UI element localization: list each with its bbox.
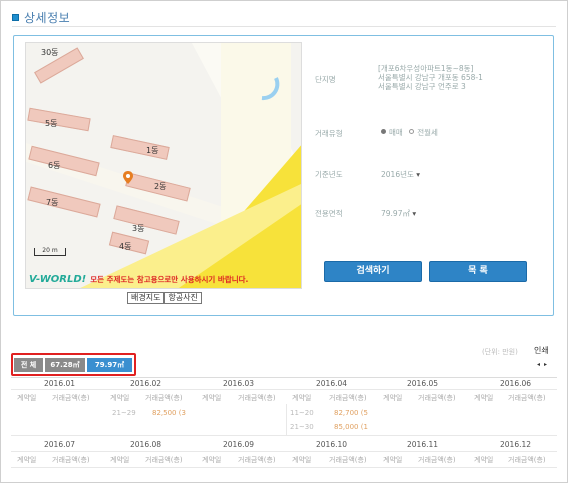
- col-header-date: 계약일: [17, 394, 37, 402]
- col-header-price: 거래금액(층): [145, 456, 183, 464]
- next-arrow-icon[interactable]: ▸: [544, 361, 551, 368]
- tab-aerial-photo[interactable]: 항공사진: [164, 292, 202, 304]
- table-top-border: [11, 377, 557, 378]
- col-header-date: 계약일: [17, 456, 37, 464]
- tab-background-map[interactable]: 배경지도: [127, 292, 165, 304]
- building-label: 1동: [146, 146, 159, 155]
- month-header: 2016.02: [130, 379, 162, 388]
- location-pin-icon[interactable]: [123, 171, 133, 184]
- col-header-price: 거래금액(층): [329, 394, 367, 402]
- complex-address-road: 서울특별시 강남구 언주로 3: [378, 82, 466, 91]
- col-header-date: 계약일: [383, 394, 403, 402]
- contract-date: 21~30: [290, 423, 314, 431]
- base-year-select[interactable]: 2016년도 ▾: [381, 169, 420, 180]
- building-label: 4동: [119, 242, 132, 251]
- map-notice-text: 모든 주제도는 참고용으로만 사용하시기 바랍니다.: [90, 275, 249, 284]
- radio-sale-label: 매매: [389, 128, 403, 137]
- complex-label: 단지명: [315, 75, 336, 84]
- row-divider: [11, 435, 557, 436]
- trade-type-options: 매매 전월세: [381, 128, 438, 137]
- trade-price: 82,700 (5: [334, 409, 368, 417]
- building-label: 3동: [132, 224, 145, 233]
- map-notice: V-WORLD! 모든 주제도는 참고용으로만 사용하시기 바랍니다.: [29, 274, 248, 285]
- month-header: 2016.08: [130, 440, 162, 449]
- area-select[interactable]: 79.97㎡ ▾: [381, 208, 416, 219]
- month-header: 2016.09: [223, 440, 255, 449]
- col-header-date: 계약일: [110, 456, 130, 464]
- table-bottom-border: [11, 467, 557, 468]
- col-header-price: 거래금액(층): [508, 394, 546, 402]
- col-header-date: 계약일: [292, 456, 312, 464]
- building-label: 2동: [154, 182, 167, 191]
- col-header-price: 거래금액(층): [418, 394, 456, 402]
- building-label: 7동: [46, 198, 59, 207]
- trade-type-label: 거래유형: [315, 129, 343, 138]
- month-header: 2016.10: [316, 440, 348, 449]
- month-nav: ◂▸: [537, 361, 551, 368]
- chevron-down-icon: ▾: [412, 209, 417, 218]
- month-header: 2016.03: [223, 379, 255, 388]
- contract-date: 11~20: [290, 409, 314, 417]
- print-button[interactable]: 인쇄: [534, 345, 549, 356]
- col-divider: [286, 404, 287, 435]
- base-year-label: 기준년도: [315, 170, 343, 179]
- radio-rent[interactable]: [409, 129, 415, 134]
- unit-note: (단위: 만원): [482, 348, 518, 356]
- col-header-date: 계약일: [110, 394, 130, 402]
- vworld-logo: V-WORLD!: [29, 274, 87, 285]
- prev-arrow-icon[interactable]: ◂: [537, 361, 544, 368]
- area-tab-all[interactable]: 전 체: [14, 358, 43, 372]
- radio-rent-label: 전월세: [417, 128, 438, 137]
- month-header: 2016.07: [44, 440, 76, 449]
- col-header-date: 계약일: [202, 394, 222, 402]
- col-header-price: 거래금액(층): [52, 456, 90, 464]
- col-header-price: 거래금액(층): [508, 456, 546, 464]
- section-title: 상세정보: [24, 10, 71, 25]
- month-header: 2016.01: [44, 379, 76, 388]
- complex-name: [개포6차우성아파트1동~8동]: [378, 64, 474, 73]
- area-tab-67[interactable]: 67.28㎡: [45, 358, 85, 372]
- chevron-down-icon: ▾: [416, 170, 421, 179]
- trade-price: 85,000 (1: [334, 423, 368, 431]
- month-header: 2016.04: [316, 379, 348, 388]
- col-header-date: 계약일: [292, 394, 312, 402]
- building-label: 30동: [41, 48, 59, 57]
- map-scale: 20 m: [34, 248, 66, 256]
- building-label: 5동: [45, 119, 58, 128]
- col-header-price: 거래금액(층): [329, 456, 367, 464]
- col-header-price: 거래금액(층): [238, 456, 276, 464]
- col-header-date: 계약일: [474, 394, 494, 402]
- col-header-date: 계약일: [474, 456, 494, 464]
- row-divider: [11, 389, 557, 390]
- complex-address-lot: 서울특별시 강남구 개포동 658-1: [378, 73, 483, 82]
- contract-date: 21~29: [112, 409, 136, 417]
- col-header-price: 거래금액(층): [145, 394, 183, 402]
- month-header: 2016.06: [500, 379, 532, 388]
- title-divider: [12, 26, 556, 27]
- month-header: 2016.11: [407, 440, 439, 449]
- section-header: 상세정보: [12, 9, 70, 25]
- row-divider: [11, 451, 557, 452]
- col-header-price: 거래금액(층): [238, 394, 276, 402]
- col-header-price: 거래금액(층): [418, 456, 456, 464]
- list-button[interactable]: 목 록: [429, 261, 527, 282]
- map-view[interactable]: 30동 5동 1동 6동 2동 7동 3동 4동 20 m V-WORLD! 모…: [25, 42, 302, 289]
- search-button[interactable]: 검색하기: [324, 261, 422, 282]
- area-tab-79[interactable]: 79.97㎡: [87, 358, 132, 372]
- complex-info: [개포6차우성아파트1동~8동] 서울특별시 강남구 개포동 658-1 서울특…: [378, 64, 483, 91]
- month-header: 2016.12: [500, 440, 532, 449]
- radio-sale[interactable]: [381, 129, 386, 134]
- building-label: 6동: [48, 161, 61, 170]
- trade-price: 82,500 (3: [152, 409, 186, 417]
- map-type-tabs: 배경지도 항공사진: [127, 292, 202, 304]
- col-header-date: 계약일: [202, 456, 222, 464]
- section-bullet-icon: [12, 13, 19, 21]
- month-header: 2016.05: [407, 379, 439, 388]
- col-header-price: 거래금액(층): [52, 394, 90, 402]
- area-label: 전용면적: [315, 209, 343, 218]
- col-header-date: 계약일: [383, 456, 403, 464]
